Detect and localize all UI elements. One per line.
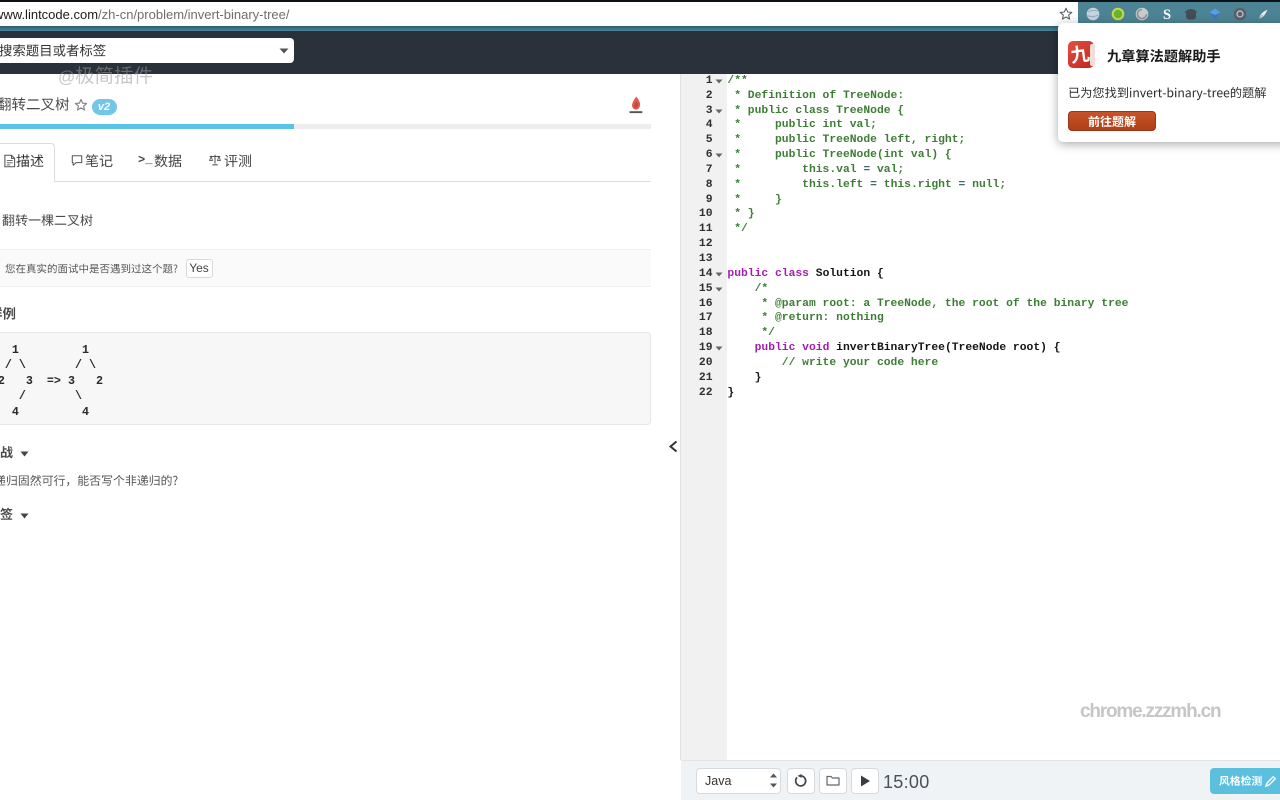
svg-text:S: S	[1162, 7, 1170, 21]
svg-text:@: @	[58, 68, 75, 87]
